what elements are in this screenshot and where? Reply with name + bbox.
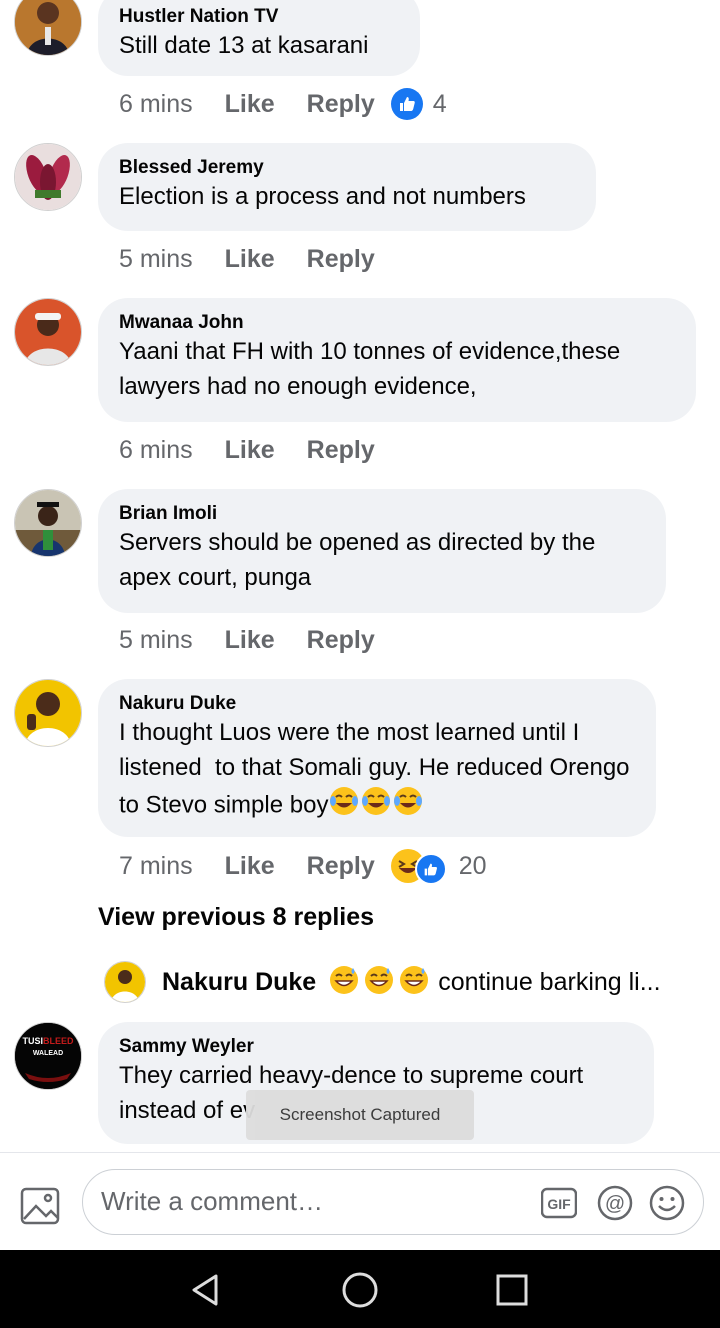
like-reaction-icon[interactable] [390, 88, 423, 120]
comment-composer-bar: Write a comment… GIF @ [0, 1152, 720, 1251]
like-button[interactable]: Like [225, 626, 275, 655]
comment-input-placeholder: Write a comment… [101, 1186, 324, 1216]
comment-meta: 5 mins Like Reply [119, 239, 391, 279]
reply-text: continue barking li... [438, 967, 661, 996]
reply-preview[interactable]: Nakuru Duke continue barking li... [104, 958, 704, 1006]
view-previous-replies-link[interactable]: View previous 8 replies [98, 903, 374, 932]
grinning-sweat-emoji-icon [398, 964, 430, 1001]
comment-text: I thought Luos were the most learned unt… [119, 715, 634, 827]
avatar[interactable] [14, 489, 82, 557]
comment-text: Servers should be opened as directed by … [119, 529, 602, 591]
comment-author[interactable]: Sammy Weyler [119, 1036, 632, 1058]
reactions-summary[interactable] [390, 849, 449, 885]
comment-bubble: Nakuru Duke I thought Luos were the most… [98, 679, 656, 837]
avatar[interactable] [14, 298, 82, 366]
reply-button[interactable]: Reply [307, 626, 375, 655]
avatar-logo-text: TUSIBLEED WALEAD [15, 1036, 81, 1059]
comment-text: Yaani that FH with 10 tonnes of evidence… [119, 338, 627, 400]
grinning-sweat-emoji-icon [328, 964, 360, 1001]
comment-author[interactable]: Mwanaa John [119, 312, 674, 334]
comment-text: Election is a process and not numbers [119, 183, 526, 210]
avatar-logo-line: BLEED [43, 1036, 74, 1046]
mention-icon[interactable]: @ [597, 1185, 633, 1221]
home-nav-icon[interactable] [340, 1270, 380, 1310]
tears-of-joy-emoji-icon [392, 785, 424, 827]
comment-meta: 6 mins Like Reply 4 [119, 84, 447, 124]
comment-time[interactable]: 5 mins [119, 245, 193, 274]
avatar[interactable] [14, 0, 82, 56]
like-button[interactable]: Like [225, 90, 275, 119]
back-nav-icon[interactable] [186, 1270, 226, 1310]
comment-text: Still date 13 at kasarani [119, 32, 369, 59]
comment-meta: 7 mins Like Reply 20 [119, 846, 487, 886]
avatar[interactable]: TUSIBLEED WALEAD [14, 1022, 82, 1090]
reply-button[interactable]: Reply [307, 436, 375, 465]
reaction-count[interactable]: 20 [459, 852, 487, 881]
reply-button[interactable]: Reply [307, 90, 375, 119]
avatar[interactable] [104, 961, 146, 1003]
avatar-logo-line: WALEAD [32, 1050, 64, 1057]
reply-button[interactable]: Reply [307, 245, 375, 274]
avatar[interactable] [14, 679, 82, 747]
like-button[interactable]: Like [225, 245, 275, 274]
tears-of-joy-emoji-icon [360, 785, 392, 827]
svg-text:@: @ [605, 1193, 625, 1215]
comment-time[interactable]: 6 mins [119, 436, 193, 465]
comment-meta: 5 mins Like Reply [119, 620, 391, 660]
reaction-count[interactable]: 4 [433, 90, 447, 119]
like-reaction-icon [414, 853, 447, 885]
comment-bubble: Brian Imoli Servers should be opened as … [98, 489, 666, 613]
comment-author[interactable]: Nakuru Duke [119, 693, 634, 715]
comment-bubble: Blessed Jeremy Election is a process and… [98, 143, 596, 231]
comment-author[interactable]: Brian Imoli [119, 503, 644, 525]
photo-icon[interactable] [18, 1183, 62, 1227]
comment-time[interactable]: 5 mins [119, 626, 193, 655]
comment-time[interactable]: 7 mins [119, 852, 193, 881]
comment-time[interactable]: 6 mins [119, 90, 193, 119]
comment-meta: 6 mins Like Reply [119, 430, 391, 470]
avatar-logo-line: TUSI [22, 1036, 43, 1046]
comment-bubble: Hustler Nation TV Still date 13 at kasar… [98, 0, 420, 76]
avatar[interactable] [14, 143, 82, 211]
comment-input[interactable]: Write a comment… GIF @ [82, 1169, 704, 1235]
comment-author[interactable]: Blessed Jeremy [119, 157, 574, 179]
recents-nav-icon[interactable] [492, 1270, 532, 1310]
tears-of-joy-emoji-icon [328, 785, 360, 827]
system-nav-bar [0, 1250, 720, 1328]
emoji-icon[interactable] [649, 1185, 685, 1221]
screenshot-toast: Screenshot Captured [246, 1090, 474, 1140]
reply-button[interactable]: Reply [307, 852, 375, 881]
reply-author[interactable]: Nakuru Duke [162, 968, 316, 997]
like-button[interactable]: Like [225, 852, 275, 881]
comment-author[interactable]: Hustler Nation TV [119, 6, 398, 28]
gif-label: GIF [547, 1196, 571, 1212]
comment-bubble: Mwanaa John Yaani that FH with 10 tonnes… [98, 298, 696, 422]
gif-icon[interactable]: GIF [540, 1185, 578, 1221]
grinning-sweat-emoji-icon [363, 964, 395, 1001]
like-button[interactable]: Like [225, 436, 275, 465]
